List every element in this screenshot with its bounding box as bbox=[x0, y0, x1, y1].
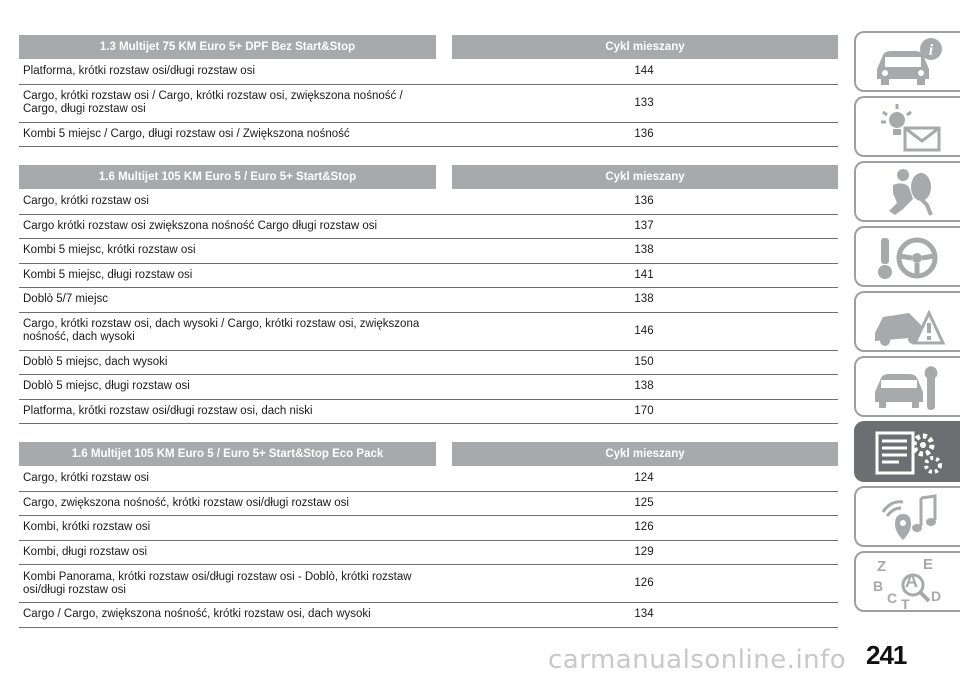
row-label: Cargo, krótki rozstaw osi, dach wysoki /… bbox=[23, 318, 420, 343]
table-row: Kombi, długi rozstaw osi 129 bbox=[19, 541, 838, 565]
multimedia-icon bbox=[881, 493, 937, 540]
engine-header: 1.6 Multijet 105 KM Euro 5 / Euro 5+ Sta… bbox=[19, 442, 436, 466]
table-row: Kombi 5 miejsc, krótki rozstaw osi 138 bbox=[19, 239, 838, 264]
row-value: 136 bbox=[634, 127, 654, 140]
car-maintenance-icon bbox=[875, 365, 938, 410]
table-row: Cargo, krótki rozstaw osi, dach wysoki /… bbox=[19, 313, 838, 351]
row-value: 129 bbox=[634, 545, 654, 558]
index-letter: T bbox=[901, 596, 910, 609]
row-label: Platforma, krótki rozstaw osi/długi rozs… bbox=[23, 404, 313, 417]
technical-data-content: 1.3 Multijet 75 KM Euro 5+ DPF Bez Start… bbox=[19, 35, 838, 628]
chapter-tabs: i Z E A B C D T bbox=[854, 31, 960, 616]
row-label: Kombi, długi rozstaw osi bbox=[23, 545, 147, 558]
tab-maintenance[interactable] bbox=[854, 356, 960, 417]
table-row: Doblò 5/7 miejsc 138 bbox=[19, 288, 838, 313]
table-row: Kombi 5 miejsc / Cargo, długi rozstaw os… bbox=[19, 123, 838, 147]
engine-header: 1.6 Multijet 105 KM Euro 5 / Euro 5+ Sta… bbox=[19, 165, 436, 189]
emergency-icon bbox=[875, 308, 946, 346]
table-row: Platforma, krótki rozstaw osi/długi rozs… bbox=[19, 60, 838, 85]
table-header: 1.3 Multijet 75 KM Euro 5+ DPF Bez Start… bbox=[19, 35, 838, 59]
cycle-header: Cykl mieszany bbox=[452, 165, 838, 189]
row-label: Doblò 5/7 miejsc bbox=[23, 293, 109, 306]
row-label: Cargo, krótki rozstaw osi bbox=[23, 472, 149, 485]
row-value: 136 bbox=[634, 195, 654, 208]
page-number: 241 bbox=[866, 640, 907, 670]
row-value: 170 bbox=[634, 404, 654, 417]
table-header: 1.6 Multijet 105 KM Euro 5 / Euro 5+ Sta… bbox=[19, 442, 838, 466]
table-row: Cargo / Cargo, zwiększona nośność, krótk… bbox=[19, 603, 838, 628]
table-row: Doblò 5 miejsc, długi rozstaw osi 138 bbox=[19, 375, 838, 400]
index-letter: C bbox=[887, 590, 897, 606]
table-row: Cargo, krótki rozstaw osi / Cargo, krótk… bbox=[19, 85, 838, 123]
row-label: Kombi Panorama, krótki rozstaw osi/długi… bbox=[23, 570, 412, 596]
row-value: 124 bbox=[634, 472, 654, 485]
row-label: Doblò 5 miejsc, dach wysoki bbox=[23, 355, 168, 368]
tab-car-info[interactable]: i bbox=[854, 31, 960, 92]
steering-wheel-icon bbox=[878, 237, 938, 279]
table-row: Kombi Panorama, krótki rozstaw osi/długi… bbox=[19, 565, 838, 603]
row-value: 144 bbox=[634, 65, 654, 78]
row-label: Cargo krótki rozstaw osi zwiększona nośn… bbox=[23, 219, 378, 232]
tab-multimedia[interactable] bbox=[854, 486, 960, 547]
index-letter: E bbox=[923, 556, 933, 573]
table-row: Cargo, krótki rozstaw osi 136 bbox=[19, 190, 838, 215]
row-value: 137 bbox=[634, 219, 654, 232]
row-label: Platforma, krótki rozstaw osi/długi rozs… bbox=[23, 65, 255, 78]
tab-warning-lights[interactable] bbox=[854, 96, 960, 157]
row-label: Kombi 5 miejsc, krótki rozstaw osi bbox=[23, 244, 196, 257]
cycle-header: Cykl mieszany bbox=[452, 442, 838, 466]
safety-airbag-icon bbox=[889, 168, 933, 216]
table-row: Platforma, krótki rozstaw osi/długi rozs… bbox=[19, 400, 838, 424]
emissions-table-3: 1.6 Multijet 105 KM Euro 5 / Euro 5+ Sta… bbox=[19, 442, 838, 628]
tab-starting-driving[interactable] bbox=[854, 226, 960, 287]
row-value: 138 bbox=[634, 380, 654, 393]
row-label: Cargo, krótki rozstaw osi bbox=[23, 195, 149, 208]
svg-text:i: i bbox=[929, 42, 934, 59]
tab-technical-data[interactable] bbox=[854, 421, 960, 482]
tab-safety[interactable] bbox=[854, 161, 960, 222]
row-value: 126 bbox=[634, 521, 654, 534]
watermark: carmanualsonline.info bbox=[548, 645, 847, 675]
technical-data-icon bbox=[875, 431, 942, 474]
index-letter: B bbox=[873, 578, 883, 594]
warning-lights-icon bbox=[881, 103, 941, 151]
row-label: Kombi 5 miejsc / Cargo, długi rozstaw os… bbox=[23, 127, 350, 140]
table-row: Cargo, zwiększona nośność, krótki rozsta… bbox=[19, 492, 838, 516]
table-row: Cargo krótki rozstaw osi zwiększona nośn… bbox=[19, 215, 838, 239]
tab-emergency[interactable] bbox=[854, 291, 960, 352]
index-letter: Z bbox=[877, 558, 886, 575]
row-label: Kombi 5 miejsc, długi rozstaw osi bbox=[23, 268, 193, 281]
index-icon: Z E A B C D T bbox=[873, 556, 941, 609]
row-value: 138 bbox=[634, 244, 654, 257]
table-header: 1.6 Multijet 105 KM Euro 5 / Euro 5+ Sta… bbox=[19, 165, 838, 189]
table-row: Cargo, krótki rozstaw osi 124 bbox=[19, 467, 838, 492]
engine-header: 1.3 Multijet 75 KM Euro 5+ DPF Bez Start… bbox=[19, 35, 436, 59]
row-label: Kombi, krótki rozstaw osi bbox=[23, 521, 151, 534]
row-value: 138 bbox=[634, 293, 654, 306]
row-label: Cargo, zwiększona nośność, krótki rozsta… bbox=[23, 496, 349, 509]
row-value: 146 bbox=[634, 324, 654, 337]
table-row: Doblò 5 miejsc, dach wysoki 150 bbox=[19, 351, 838, 375]
row-value: 134 bbox=[634, 608, 654, 621]
row-value: 133 bbox=[634, 96, 654, 109]
index-letter: D bbox=[931, 588, 941, 604]
row-label: Cargo / Cargo, zwiększona nośność, krótk… bbox=[23, 608, 371, 621]
emissions-table-1: 1.3 Multijet 75 KM Euro 5+ DPF Bez Start… bbox=[19, 35, 838, 147]
cycle-header: Cykl mieszany bbox=[452, 35, 838, 59]
row-value: 150 bbox=[634, 355, 654, 368]
car-info-icon: i bbox=[877, 37, 942, 85]
row-value: 141 bbox=[634, 268, 654, 281]
emissions-table-2: 1.6 Multijet 105 KM Euro 5 / Euro 5+ Sta… bbox=[19, 165, 838, 424]
row-value: 126 bbox=[634, 577, 654, 589]
row-value: 125 bbox=[634, 496, 654, 509]
table-row: Kombi, krótki rozstaw osi 126 bbox=[19, 516, 838, 541]
tab-index[interactable]: Z E A B C D T bbox=[854, 551, 960, 612]
row-label: Doblò 5 miejsc, długi rozstaw osi bbox=[23, 380, 190, 393]
row-label: Cargo, krótki rozstaw osi / Cargo, krótk… bbox=[23, 90, 403, 115]
table-row: Kombi 5 miejsc, długi rozstaw osi 141 bbox=[19, 264, 838, 288]
